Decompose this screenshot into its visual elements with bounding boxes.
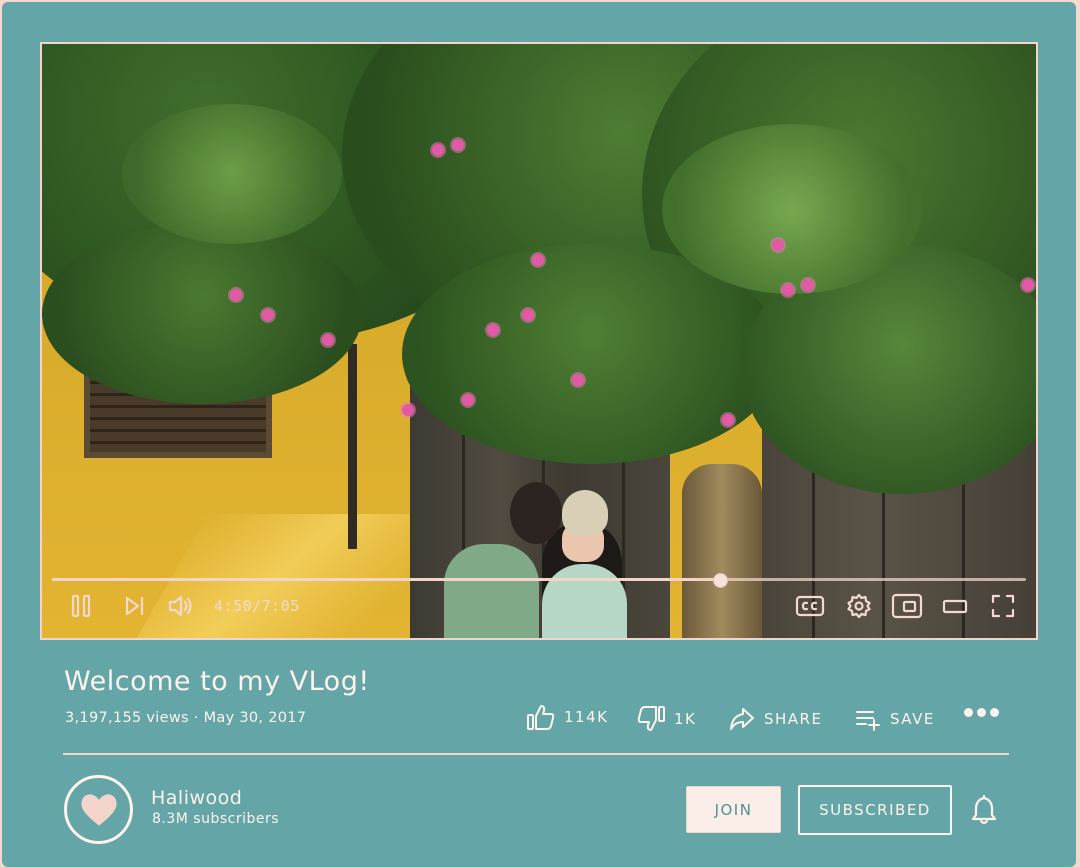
avatar[interactable] [64,775,133,844]
player-controls: 4:50/7:05 [42,588,1036,624]
more-options-icon[interactable] [964,708,999,717]
fullscreen-icon[interactable] [988,588,1018,624]
thumbs-up-icon [527,705,555,730]
thumbs-down-icon [637,706,665,731]
bell-icon[interactable] [971,794,997,825]
dislike-button[interactable]: 1K [636,704,696,734]
progress-bar[interactable] [52,573,1026,588]
share-icon [730,708,754,730]
like-button[interactable]: 114K [526,702,608,732]
like-count: 114K [564,708,609,726]
share-label: SHARE [764,710,823,728]
captions-icon[interactable] [794,588,826,624]
share-button[interactable]: SHARE [728,704,822,734]
miniplayer-icon[interactable] [890,588,924,624]
time-display: 4:50/7:05 [214,597,300,615]
subscriber-count: 8.3M subscribers [152,811,280,827]
video-thumbnail [42,44,1036,638]
theater-mode-icon[interactable] [940,588,970,624]
heart-icon [80,793,117,826]
volume-icon[interactable] [166,588,198,624]
progress-fill [52,578,720,581]
video-title: Welcome to my VLog! [64,666,370,697]
dislike-count: 1K [674,710,697,728]
video-player[interactable]: 4:50/7:05 [40,42,1038,640]
save-button[interactable]: SAVE [854,704,935,734]
subscribed-button[interactable]: SUBSCRIBED [798,785,952,835]
join-button[interactable]: JOIN [686,786,781,833]
video-card: 4:50/7:05 Welcome to my VLog! 3,197,155 … [2,2,1076,867]
save-label: SAVE [890,710,935,728]
skip-next-icon[interactable] [122,588,148,624]
playlist-add-icon [856,711,880,731]
settings-icon[interactable] [844,588,874,624]
pause-icon[interactable] [68,588,94,624]
divider [63,753,1009,755]
video-meta: 3,197,155 views · May 30, 2017 [65,710,307,726]
channel-name[interactable]: Haliwood [151,787,242,809]
